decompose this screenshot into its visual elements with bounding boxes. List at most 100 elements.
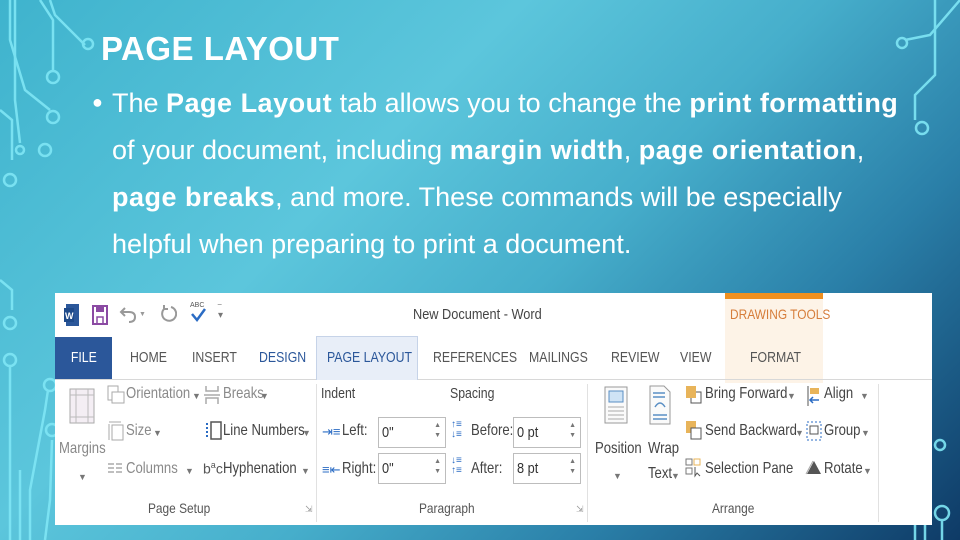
tab-review[interactable]: REVIEW <box>611 337 670 379</box>
margins-dropdown-icon: ▼ <box>78 472 87 482</box>
wrap-text-label-line2: Text <box>648 465 673 482</box>
rotate-icon <box>805 460 821 475</box>
line-numbers-label: Line Numbers <box>223 422 305 439</box>
bold-term: print formatting <box>689 88 899 118</box>
indent-left-field[interactable]: 0" ▲ ▼ <box>378 417 446 448</box>
indent-left-icon: ⇥≡ <box>322 424 341 439</box>
bring-forward-label: Bring Forward <box>705 385 788 402</box>
tab-file[interactable]: FILE <box>55 337 112 379</box>
send-backward-dropdown-icon: ▼ <box>795 428 804 438</box>
align-label: Align <box>824 385 854 402</box>
tab-view[interactable]: VIEW <box>680 337 718 379</box>
spelling-check-icon[interactable]: ABC <box>189 299 207 325</box>
tab-page-layout[interactable]: PAGE LAYOUT <box>316 336 418 380</box>
columns-dropdown-icon: ▼ <box>185 466 194 476</box>
text-run: The <box>112 88 167 118</box>
position-icon <box>604 386 628 424</box>
bullet-icon: ● <box>92 92 103 112</box>
page-setup-group-label: Page Setup <box>148 500 211 516</box>
save-icon[interactable] <box>92 305 108 325</box>
group-dropdown-icon: ▼ <box>861 428 870 438</box>
columns-label: Columns <box>126 460 178 477</box>
slide-title: PAGE LAYOUT <box>101 30 340 67</box>
send-backward-icon <box>686 421 702 440</box>
tab-home[interactable]: HOME <box>130 337 175 379</box>
rotate-label: Rotate <box>824 460 863 477</box>
indent-right-spinner[interactable]: ▲ ▼ <box>434 457 441 477</box>
spacing-after-label: After: <box>471 460 503 477</box>
page-setup-dialog-launcher-icon[interactable]: ⇲ <box>305 504 313 515</box>
indent-left-spinner[interactable]: ▲ ▼ <box>434 421 441 441</box>
hyphenation-dropdown-icon: ▼ <box>301 466 310 476</box>
spacing-before-spinner[interactable]: ▲ ▼ <box>569 421 576 441</box>
paragraph-dialog-launcher-icon[interactable]: ⇲ <box>576 504 584 515</box>
word-logo-icon[interactable]: W <box>64 304 80 326</box>
bold-term: page orientation <box>638 135 857 165</box>
slide-content: PAGE LAYOUT ● The Page Layout tab allows… <box>0 0 960 293</box>
margins-label: Margins <box>59 440 106 457</box>
line-numbers-icon <box>206 421 222 440</box>
tab-design[interactable]: DESIGN <box>259 337 317 379</box>
arrange-group-label: Arrange <box>712 500 755 516</box>
svg-text:▼: ▼ <box>139 311 146 318</box>
spacing-after-field[interactable]: 8 pt ▲ ▼ <box>513 453 581 484</box>
ribbon-page-layout: Margins ▼ Orientation ▼ Size ▼ Columns ▼… <box>55 380 932 525</box>
size-dropdown-icon: ▼ <box>153 428 162 438</box>
bold-term: Page Layout <box>166 88 333 118</box>
tab-insert[interactable]: INSERT <box>192 337 247 379</box>
bring-forward-dropdown-icon: ▼ <box>787 391 796 401</box>
spacing-after-spinner[interactable]: ▲ ▼ <box>569 457 576 477</box>
spacing-before-label: Before: <box>471 422 514 439</box>
tab-references[interactable]: REFERENCES <box>433 337 536 379</box>
wrap-text-icon <box>649 385 671 425</box>
contextual-accent-bar <box>725 293 823 299</box>
tab-format[interactable]: FORMAT <box>725 337 823 379</box>
breaks-icon <box>204 386 220 404</box>
group-separator <box>587 384 588 522</box>
orientation-label: Orientation <box>126 385 191 402</box>
indent-right-value: 0" <box>382 460 394 477</box>
spacing-label: Spacing <box>450 385 495 402</box>
text-run: tab allows you to change the <box>332 88 690 118</box>
group-separator <box>878 384 879 522</box>
group-label: Group <box>824 422 861 439</box>
customize-qat-icon[interactable]: ‾ ▾ <box>218 305 223 321</box>
wrap-text-dropdown-icon: ▼ <box>671 471 680 481</box>
hyphenation-icon: bac <box>203 460 223 477</box>
spacing-after-icon: ↓≡ ↑≡ <box>451 455 462 476</box>
position-dropdown-icon: ▼ <box>613 471 622 481</box>
drawing-tools-label: DRAWING TOOLS <box>730 306 831 322</box>
wrap-text-label-line1: Wrap <box>648 440 680 457</box>
orientation-icon <box>107 385 125 404</box>
quick-access-toolbar: W ▼ ABC ‾ ▾ New Document - Word DRAWING T… <box>55 293 932 383</box>
indent-right-label: Right: <box>342 460 377 477</box>
bullet-text: The Page Layout tab allows you to change… <box>112 80 912 268</box>
bold-term: margin width <box>449 135 624 165</box>
tab-mailings[interactable]: MAILINGS <box>529 337 601 379</box>
ribbon-tabs: FILE HOME INSERT DESIGN PAGE LAYOUT REFE… <box>55 336 932 380</box>
spacing-before-field[interactable]: 0 pt ▲ ▼ <box>513 417 581 448</box>
indent-right-field[interactable]: 0" ▲ ▼ <box>378 453 446 484</box>
rotate-dropdown-icon: ▼ <box>863 466 872 476</box>
position-label: Position <box>595 440 642 457</box>
svg-text:ABC: ABC <box>190 302 204 309</box>
svg-text:W: W <box>65 311 74 321</box>
spacing-before-icon: ↑≡ ↓≡ <box>451 419 462 440</box>
indent-left-value: 0" <box>382 424 394 441</box>
indent-label: Indent <box>321 385 356 402</box>
align-icon <box>807 386 819 406</box>
indent-left-label: Left: <box>342 422 368 439</box>
align-dropdown-icon: ▼ <box>860 391 869 401</box>
redo-icon[interactable] <box>159 304 177 324</box>
indent-right-icon: ≡⇤ <box>322 462 341 477</box>
bold-term: page breaks <box>112 182 276 212</box>
bring-forward-icon <box>686 386 702 404</box>
margins-icon <box>69 388 95 424</box>
hyphenation-label: Hyphenation <box>223 460 297 477</box>
breaks-label: Breaks <box>223 385 264 402</box>
text-run: , <box>623 135 639 165</box>
window-title: New Document - Word <box>413 306 542 323</box>
undo-icon[interactable]: ▼ <box>119 304 147 324</box>
word-ribbon-screenshot: W ▼ ABC ‾ ▾ New Document - Word DRAWING T… <box>55 293 932 525</box>
size-icon <box>108 421 124 441</box>
